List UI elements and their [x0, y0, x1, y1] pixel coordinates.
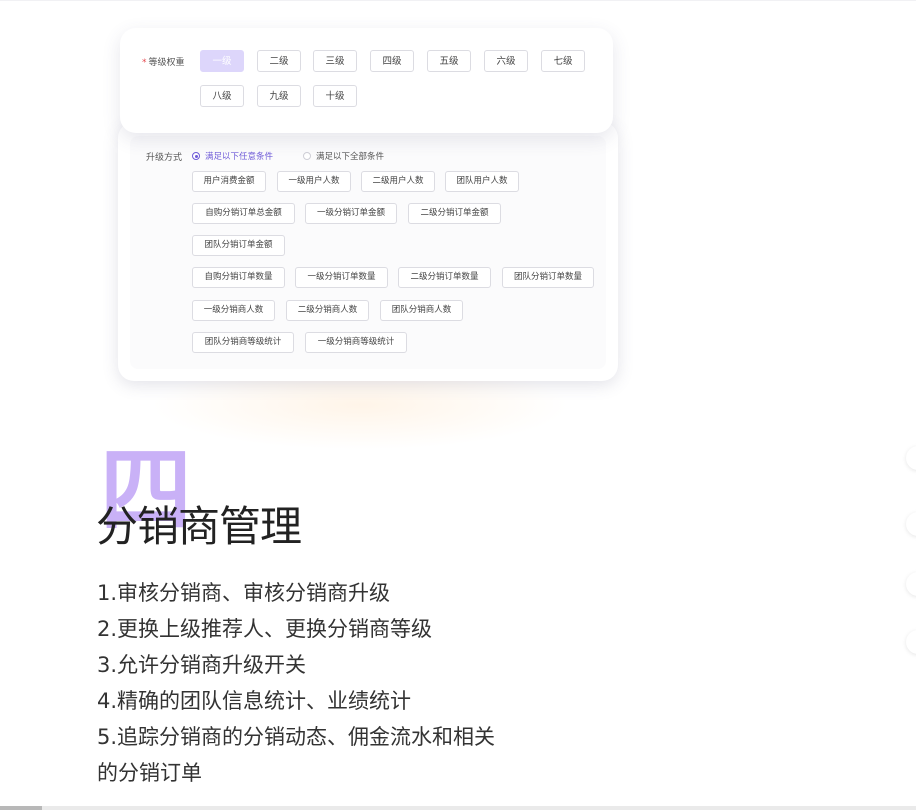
level-button-10[interactable]: 十级 [313, 85, 357, 107]
floating-action-button[interactable] [906, 572, 916, 596]
condition-chip[interactable]: 一级分销订单数量 [295, 267, 388, 288]
level-button-1[interactable]: 一级 [200, 50, 244, 72]
level-button-6[interactable]: 六级 [484, 50, 528, 72]
level-button-8[interactable]: 八级 [200, 85, 244, 107]
condition-chip[interactable]: 一级分销商等级统计 [305, 332, 407, 353]
radio-all-conditions[interactable]: 满足以下全部条件 [303, 150, 384, 162]
radio-all-conditions-label: 满足以下全部条件 [316, 152, 385, 162]
condition-chip[interactable]: 一级分销商人数 [192, 300, 275, 321]
condition-chip[interactable]: 团队分销商等级统计 [192, 332, 294, 353]
condition-chip[interactable]: 用户消费金额 [192, 171, 266, 192]
radio-any-condition[interactable]: 满足以下任意条件 [192, 150, 273, 162]
feature-item: 1.审核分销商、审核分销商升级 [97, 581, 391, 605]
feature-item: 的分销订单 [97, 761, 202, 785]
level-button-2[interactable]: 二级 [257, 50, 301, 72]
feature-item: 3.允许分销商升级开关 [97, 653, 307, 677]
feature-list: 1.审核分销商、审核分销商升级 2.更换上级推荐人、更换分销商等级 3.允许分销… [97, 575, 527, 791]
level-weight-card [120, 28, 613, 133]
condition-chip[interactable]: 二级分销订单数量 [398, 267, 491, 288]
condition-chip[interactable]: 自购分销订单总金额 [192, 203, 295, 224]
condition-chip[interactable]: 团队分销商人数 [380, 300, 463, 321]
condition-chip[interactable]: 二级分销订单金额 [408, 203, 501, 224]
condition-chip[interactable]: 团队分销订单数量 [502, 267, 594, 288]
horizontal-scrollbar[interactable] [0, 806, 916, 810]
radio-checked-icon [192, 152, 200, 160]
feature-item: 4.精确的团队信息统计、业绩统计 [97, 689, 412, 713]
condition-chip[interactable]: 自购分销订单数量 [192, 267, 285, 288]
feature-item: 5.追踪分销商的分销动态、佣金流水和相关 [97, 725, 496, 749]
level-button-5[interactable]: 五级 [427, 50, 471, 72]
condition-chip[interactable]: 二级分销商人数 [286, 300, 369, 321]
upgrade-method-label: 升级方式 [146, 153, 183, 163]
level-weight-label-text: 等级权重 [148, 58, 185, 68]
feature-item: 2.更换上级推荐人、更换分销商等级 [97, 617, 433, 641]
condition-chip[interactable]: 团队分销订单金额 [192, 235, 285, 256]
level-button-4[interactable]: 四级 [370, 50, 414, 72]
radio-unchecked-icon [303, 152, 311, 160]
radio-any-condition-label: 满足以下任意条件 [205, 152, 274, 162]
condition-chip[interactable]: 团队用户人数 [445, 171, 519, 192]
floating-action-button[interactable] [906, 446, 916, 470]
level-weight-label: * 等级权重 [142, 55, 185, 68]
level-button-3[interactable]: 三级 [313, 50, 357, 72]
floating-action-button[interactable] [906, 630, 916, 654]
condition-chip[interactable]: 一级用户人数 [277, 171, 351, 192]
scrollbar-thumb[interactable] [0, 806, 42, 810]
condition-chip[interactable]: 一级分销订单金额 [305, 203, 397, 224]
level-button-7[interactable]: 七级 [541, 50, 585, 72]
top-divider [0, 0, 916, 1]
level-button-9[interactable]: 九级 [257, 85, 301, 107]
condition-chip[interactable]: 二级用户人数 [361, 171, 435, 192]
section-title: 分销商管理 [96, 502, 302, 551]
required-mark: * [142, 58, 147, 68]
floating-action-button[interactable] [906, 512, 916, 536]
